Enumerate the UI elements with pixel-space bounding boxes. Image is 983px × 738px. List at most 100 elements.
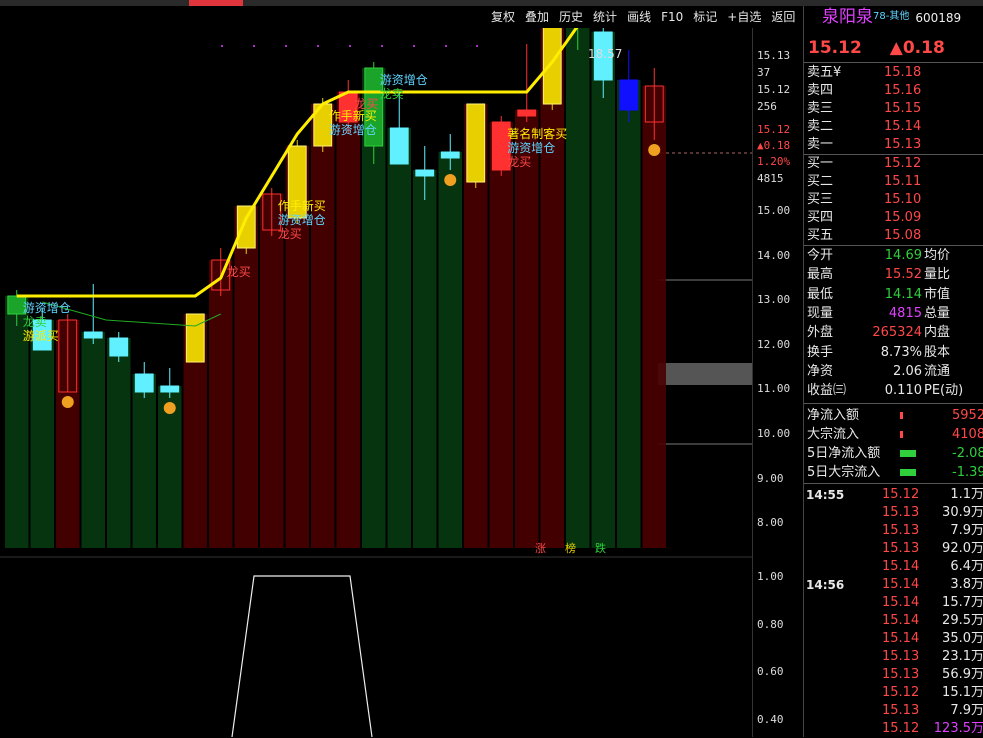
tick-row: 15.14 15.7万 [804, 594, 983, 612]
indicator-chart[interactable] [0, 558, 752, 737]
price-change: ▲0.18 [889, 38, 945, 58]
candle-body[interactable] [185, 313, 205, 363]
bid-level[interactable]: 买五 15.08 [804, 227, 983, 245]
divider [804, 483, 983, 484]
ask-label: 卖五¥ [807, 65, 842, 80]
ask-level[interactable]: 卖三 15.15 [804, 100, 983, 118]
tick-volume: 30.9万 [942, 505, 983, 520]
bid-price: 15.09 [884, 210, 922, 225]
volume-column [30, 320, 54, 548]
stat-label: 外盘 [807, 325, 834, 341]
indicator-tick: 0.80 [757, 617, 784, 631]
stock-name: 泉阳泉78-其他 600189 [804, 8, 983, 26]
candle-body[interactable] [517, 109, 537, 117]
candle-body[interactable] [466, 103, 486, 183]
stat-label-right: 均价 [924, 248, 951, 263]
tick-row: 15.12 123.5万 [804, 720, 983, 738]
ask-level[interactable]: 卖二 15.14 [804, 118, 983, 136]
price-axis: 15.13 37 15.12 256 15.12 ▲0.18 1.20% 4815 15.00 1… [752, 28, 803, 737]
bid-level[interactable]: 买二 15.11 [804, 173, 983, 191]
marker-dot [445, 45, 447, 47]
toolbar-button-1[interactable]: 叠加 [520, 6, 554, 28]
buy-signal-icon [648, 144, 661, 156]
candle-body[interactable] [83, 331, 103, 339]
tick-time: 14:55 [806, 488, 845, 502]
ask-level[interactable]: 卖五¥ 15.18 [804, 64, 983, 82]
stat-label: 最高 [807, 267, 834, 283]
volume-column [132, 374, 156, 548]
bid-label: 买三 [807, 192, 834, 207]
toolbar-button-2[interactable]: 历史 [554, 6, 588, 28]
stat-value: 14.14 [884, 286, 922, 302]
signal-label: 龙买 [507, 155, 531, 169]
toolbar-button-5[interactable]: F10 [656, 6, 688, 28]
axis-readout: 4815 [757, 172, 784, 185]
price-band [658, 363, 752, 385]
bid-level[interactable]: 买三 15.10 [804, 191, 983, 209]
tick-volume: 56.9万 [942, 667, 983, 682]
ask-price: 15.16 [884, 83, 922, 98]
last-price: 15.12 ▲0.18 [804, 39, 983, 57]
indicator-tick: 1.00 [757, 570, 784, 583]
tick-price: 15.13 [882, 649, 920, 664]
axis-readout: ▲0.18 [757, 139, 791, 152]
toolbar-button-0[interactable]: 复权 [486, 6, 520, 28]
tick-row: 15.14 35.0万 [804, 630, 983, 648]
axis-tick: 8.00 [757, 516, 784, 530]
toolbar-button-7[interactable]: +自选 [722, 6, 766, 28]
tick-volume: 15.7万 [942, 595, 983, 610]
volume-column [336, 92, 360, 548]
volume-column [489, 122, 513, 548]
candle-body[interactable] [542, 28, 562, 105]
candle-body[interactable] [415, 169, 435, 177]
stat-label: 今开 [807, 248, 834, 263]
signal-label: 作手新买 [278, 198, 326, 213]
candle-body[interactable] [619, 79, 639, 111]
flow-value: 4108 [952, 427, 983, 442]
flow-row: 5日大宗流入 -1.39 [804, 464, 983, 482]
toolbar-button-4[interactable]: 画线 [622, 6, 656, 28]
candle-body[interactable] [236, 205, 256, 249]
toolbar-button-8[interactable]: 返回 [766, 6, 800, 28]
tick-price: 15.13 [882, 541, 920, 556]
stat-label: 净资 [807, 363, 834, 379]
signal-label: 游资增仓 [380, 73, 428, 87]
marker-dot [413, 45, 415, 47]
stat-value: 14.69 [884, 248, 922, 263]
candle-body[interactable] [109, 337, 129, 357]
axis-tick: 9.00 [757, 471, 784, 485]
kline-chart[interactable]: 游资增仓龙卖游派买龙买作手新买游资增仓龙买作手新买游资增仓龙买游资增仓龙卖著名制… [0, 28, 752, 558]
divider [804, 245, 983, 246]
candle-body[interactable] [134, 373, 154, 393]
marker-dot [381, 45, 383, 47]
tick-row: 15.13 23.1万 [804, 648, 983, 666]
ask-price: 15.15 [884, 101, 922, 116]
axis-readout: 15.12 [757, 123, 791, 136]
tick-row: 15.13 7.9万 [804, 702, 983, 720]
bid-label: 买一 [807, 156, 834, 171]
volume-column [387, 128, 411, 548]
toolbar-button-3[interactable]: 统计 [588, 6, 622, 28]
candle-body[interactable] [160, 385, 180, 393]
indicator-tick: 0.60 [757, 665, 784, 678]
ask-level[interactable]: 卖四 15.16 [804, 82, 983, 100]
tick-volume: 1.1万 [950, 487, 983, 502]
bid-label: 买四 [807, 210, 834, 225]
bid-level[interactable]: 买四 15.09 [804, 209, 983, 227]
bid-label: 买五 [807, 228, 834, 243]
tick-row: 15.13 7.9万 [804, 522, 983, 540]
bid-level[interactable]: 买一 15.12 [804, 155, 983, 173]
tick-row: 15.13 30.9万 [804, 504, 983, 522]
axis-tick: 15.00 [757, 204, 791, 217]
ask-price: 15.18 [884, 65, 922, 80]
flow-row: 净流入额 5952 [804, 407, 983, 425]
toolbar-button-6[interactable]: 标记 [688, 6, 722, 28]
signal-label: 游资增仓 [278, 213, 326, 227]
candle-body[interactable] [440, 151, 460, 159]
candle-body[interactable] [389, 127, 409, 165]
stat-label-right: PE(动) [924, 383, 964, 399]
ask-level[interactable]: 卖一 15.13 [804, 136, 983, 154]
bottom-tag: 跌 [595, 541, 606, 555]
stat-label: 收益㈢ [807, 383, 847, 399]
tick-price: 15.14 [882, 613, 920, 628]
